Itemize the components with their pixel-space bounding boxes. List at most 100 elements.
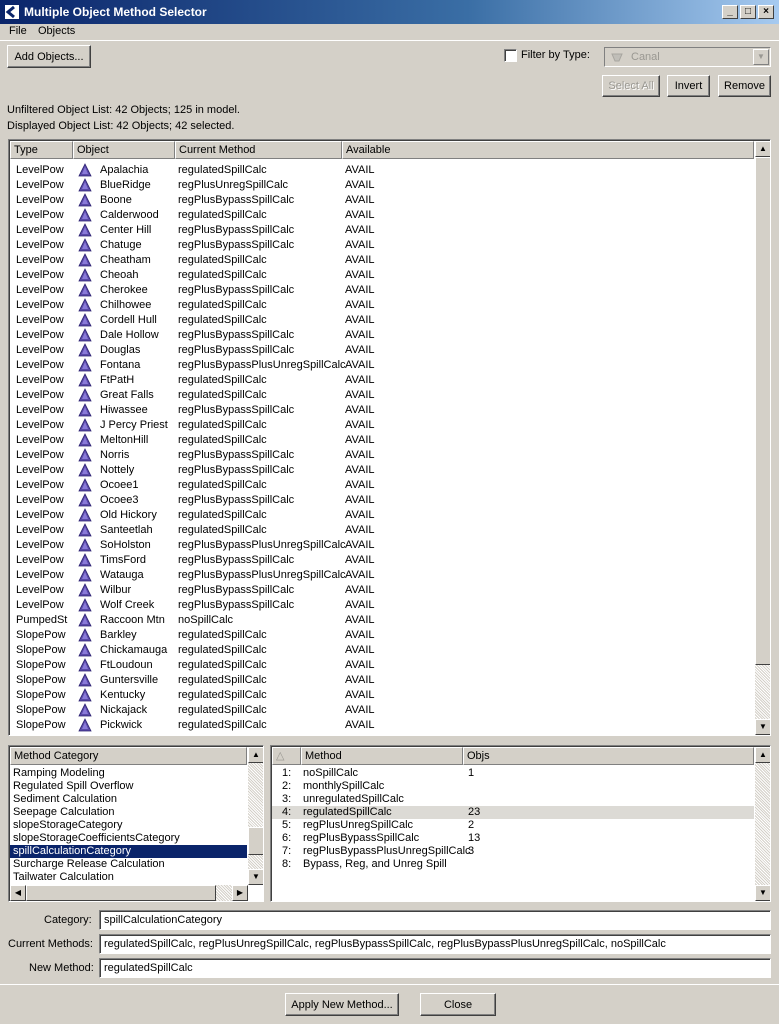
table-row[interactable]: LevelPow Ocoee3 regPlusBypassSpillCalc AVAI… xyxy=(10,493,754,508)
table-row[interactable]: LevelPow Apalachia regulatedSpillCalc AVAIL xyxy=(10,163,754,178)
category-item[interactable]: Tailwater Calculation xyxy=(10,871,247,884)
category-item[interactable]: Sediment Calculation xyxy=(10,793,247,806)
title-bar[interactable]: Multiple Object Method Selector _ □ × xyxy=(0,0,779,24)
table-row[interactable]: SlopePow Pickwick regulatedSpillCalc AVAIL xyxy=(10,718,754,733)
table-row[interactable]: SlopePow Guntersville regulatedSpillCalc AV… xyxy=(10,673,754,688)
table-row[interactable]: LevelPow Ocoee1 regulatedSpillCalc AVAIL xyxy=(10,478,754,493)
col-method-header[interactable]: Current Method xyxy=(175,141,342,159)
table-row[interactable]: SlopePow FtLoudoun regulatedSpillCalc AVAIL xyxy=(10,658,754,673)
object-table-scrollbar[interactable]: ▲ ▼ xyxy=(755,141,770,735)
table-row[interactable]: SlopePow Barkley regulatedSpillCalc AVAIL xyxy=(10,628,754,643)
filter-type-select[interactable]: Canal ▼ xyxy=(604,47,771,67)
table-row[interactable]: LevelPow J Percy Priest regulatedSpillCalc… xyxy=(10,418,754,433)
table-row[interactable]: LevelPow Chilhowee regulatedSpillCalc AVAIL xyxy=(10,298,754,313)
category-item[interactable]: slopeStorageCategory xyxy=(10,819,247,832)
table-row[interactable]: LevelPow Great Falls regulatedSpillCalc AVA… xyxy=(10,388,754,403)
invert-button[interactable]: Invert xyxy=(667,75,710,97)
category-item[interactable]: Surcharge Release Calculation xyxy=(10,858,247,871)
table-row[interactable]: SlopePow Kentucky regulatedSpillCalc AVAIL xyxy=(10,688,754,703)
scroll-up-icon[interactable]: ▲ xyxy=(755,747,770,763)
method-table[interactable]: △ Method Objs 1: noSpillCalc 1 2: monthlySpi… xyxy=(270,745,771,902)
scroll-up-icon[interactable]: ▲ xyxy=(755,141,770,157)
table-row[interactable]: LevelPow Cheatham regulatedSpillCalc AVAIL xyxy=(10,253,754,268)
menu-objects[interactable]: Objects xyxy=(38,25,75,37)
method-row[interactable]: 6: regPlusBypassSpillCalc 13 xyxy=(272,832,754,845)
category-item[interactable]: Ramping Modeling xyxy=(10,767,247,780)
method-table-scrollbar[interactable]: ▲ ▼ xyxy=(755,747,770,901)
method-category-header[interactable]: Method Category xyxy=(10,747,247,765)
object-cell: MeltonHill xyxy=(100,434,149,446)
table-row[interactable]: SlopePow Nickajack regulatedSpillCalc AVAIL xyxy=(10,703,754,718)
method-row[interactable]: 4: regulatedSpillCalc 23 xyxy=(272,806,754,819)
table-row[interactable]: LevelPow Santeetlah regulatedSpillCalc AVAI… xyxy=(10,523,754,538)
method-row[interactable]: 1: noSpillCalc 1 xyxy=(272,767,754,780)
table-row[interactable]: LevelPow Center Hill regPlusBypassSpillCal… xyxy=(10,223,754,238)
table-row[interactable]: LevelPow FtPatH regulatedSpillCalc AVAIL xyxy=(10,373,754,388)
chevron-down-icon[interactable]: ▼ xyxy=(753,49,769,65)
category-hscroll[interactable]: ◀ ▶ xyxy=(10,885,248,901)
table-row[interactable]: LevelPow Douglas regPlusBypassSpillCalc AVA… xyxy=(10,343,754,358)
table-row[interactable]: LevelPow MeltonHill regulatedSpillCalc AVAI… xyxy=(10,433,754,448)
scroll-down-icon[interactable]: ▼ xyxy=(755,885,770,901)
method-row[interactable]: 8: Bypass, Reg, and Unreg Spill xyxy=(272,858,754,871)
category-scroll-thumb[interactable] xyxy=(248,827,263,855)
menu-file[interactable]: File xyxy=(9,25,27,37)
category-item[interactable]: Regulated Spill Overflow xyxy=(10,780,247,793)
table-row[interactable]: LevelPow Boone regPlusBypassSpillCalc AVAIL xyxy=(10,193,754,208)
table-row[interactable]: LevelPow Wilbur regPlusBypassSpillCalc AVAI… xyxy=(10,583,754,598)
col-method-name-header[interactable]: Method xyxy=(301,747,463,765)
table-row[interactable]: LevelPow BlueRidge regPlusUnregSpillCalc AV… xyxy=(10,178,754,193)
maximize-button[interactable]: □ xyxy=(740,5,756,19)
method-row[interactable]: 5: regPlusUnregSpillCalc 2 xyxy=(272,819,754,832)
minimize-button[interactable]: _ xyxy=(722,5,738,19)
table-row[interactable]: SlopePow Chickamauga regulatedSpillCalc AVA… xyxy=(10,643,754,658)
table-row[interactable]: LevelPow Cheoah regulatedSpillCalc AVAIL xyxy=(10,268,754,283)
method-category-list[interactable]: Method Category Ramping Modeling Regulate… xyxy=(8,745,264,902)
category-field[interactable]: spillCalculationCategory xyxy=(99,910,771,930)
scroll-down-icon[interactable]: ▼ xyxy=(755,719,770,735)
scroll-right-icon[interactable]: ▶ xyxy=(232,885,248,901)
table-row[interactable]: LevelPow Old Hickory regulatedSpillCalc AVA… xyxy=(10,508,754,523)
method-row[interactable]: 3: unregulatedSpillCalc xyxy=(272,793,754,806)
category-vscroll[interactable]: ▲ ▼ xyxy=(248,747,263,885)
table-row[interactable]: LevelPow TimsFord regPlusBypassSpillCalc AV… xyxy=(10,553,754,568)
table-row[interactable]: LevelPow Cordell Hull regulatedSpillCalc AV… xyxy=(10,313,754,328)
table-row[interactable]: LevelPow SoHolston regPlusBypassPlusUnregS… xyxy=(10,538,754,553)
category-item[interactable]: slopeStorageCoefficientsCategory xyxy=(10,832,247,845)
add-objects-button[interactable]: Add Objects... xyxy=(7,45,91,68)
method-row[interactable]: 7: regPlusBypassPlusUnregSpillCalc 3 xyxy=(272,845,754,858)
table-row[interactable]: LevelPow Hiwassee regPlusBypassSpillCalc AV… xyxy=(10,403,754,418)
col-available-header[interactable]: Available xyxy=(342,141,754,159)
apply-new-method-button[interactable]: Apply New Method... xyxy=(285,993,399,1016)
current-methods-field[interactable]: regulatedSpillCalc, regPlusUnregSpillCal… xyxy=(99,934,771,954)
col-objs-header[interactable]: Objs xyxy=(463,747,754,765)
close-window-button[interactable]: × xyxy=(758,5,774,19)
table-row[interactable]: LevelPow Norris regPlusBypassSpillCalc AVAI… xyxy=(10,448,754,463)
category-hscroll-thumb[interactable] xyxy=(26,885,216,901)
sort-icon[interactable]: △ xyxy=(272,747,301,765)
scroll-left-icon[interactable]: ◀ xyxy=(10,885,26,901)
table-row[interactable]: LevelPow Cherokee regPlusBypassSpillCalc AV… xyxy=(10,283,754,298)
category-item[interactable]: spillCalculationCategory xyxy=(10,845,247,858)
table-row[interactable]: LevelPow Fontana regPlusBypassPlusUnregSpi… xyxy=(10,358,754,373)
remove-button[interactable]: Remove xyxy=(718,75,771,97)
col-type-header[interactable]: Type xyxy=(10,141,73,159)
scroll-up-icon[interactable]: ▲ xyxy=(248,747,263,763)
scroll-thumb[interactable] xyxy=(755,157,770,665)
category-item[interactable]: Seepage Calculation xyxy=(10,806,247,819)
table-row[interactable]: LevelPow Chatuge regPlusBypassSpillCalc AVA… xyxy=(10,238,754,253)
close-button[interactable]: Close xyxy=(420,993,496,1016)
table-row[interactable]: LevelPow Wolf Creek regPlusBypassSpillCalc… xyxy=(10,598,754,613)
object-table[interactable]: Type Object Current Method Available Lev… xyxy=(8,139,771,736)
filter-checkbox[interactable] xyxy=(504,49,517,62)
table-row[interactable]: PumpedSt Raccoon Mtn noSpillCalc AVAIL xyxy=(10,613,754,628)
table-row[interactable]: LevelPow Watauga regPlusBypassPlusUnregSpi… xyxy=(10,568,754,583)
table-row[interactable]: LevelPow Nottely regPlusBypassSpillCalc AVA… xyxy=(10,463,754,478)
scroll-down-icon[interactable]: ▼ xyxy=(248,869,263,885)
table-row[interactable]: LevelPow Calderwood regulatedSpillCalc AVAI… xyxy=(10,208,754,223)
select-all-button[interactable]: Select All xyxy=(602,75,660,97)
table-row[interactable]: LevelPow Dale Hollow regPlusBypassSpillCal… xyxy=(10,328,754,343)
col-object-header[interactable]: Object xyxy=(73,141,175,159)
method-row[interactable]: 2: monthlySpillCalc xyxy=(272,780,754,793)
new-method-field[interactable]: regulatedSpillCalc xyxy=(99,958,771,978)
